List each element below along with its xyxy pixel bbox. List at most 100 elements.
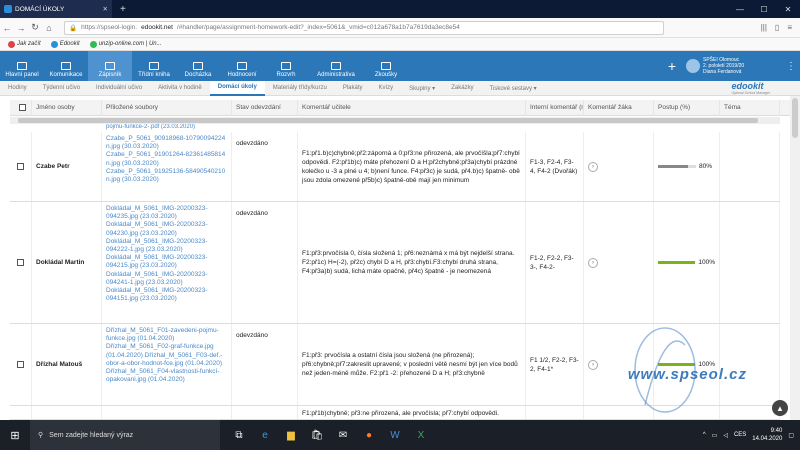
module-classbook[interactable]: Třídní kniha bbox=[132, 51, 176, 81]
column-header[interactable]: Komentář žáka bbox=[584, 99, 654, 116]
select-all-checkbox[interactable] bbox=[19, 104, 26, 111]
menu-icon[interactable]: ≡ bbox=[787, 23, 792, 32]
teacher-comment[interactable]: F1:př3: prvočísla a ostatní čísla jsou s… bbox=[298, 324, 526, 405]
subnav-item[interactable]: Zakázky bbox=[443, 81, 481, 96]
progress-fill bbox=[658, 165, 689, 168]
subnav-item[interactable]: Týdenní učivo bbox=[35, 81, 88, 96]
home-icon[interactable]: ⌂ bbox=[42, 23, 56, 33]
module-exams[interactable]: Zkoušky bbox=[364, 51, 408, 81]
attached-files[interactable] bbox=[102, 406, 232, 419]
column-header[interactable]: Jméno osoby bbox=[32, 99, 102, 116]
network-icon[interactable]: ▭ bbox=[712, 432, 718, 439]
more-icon[interactable]: ⋮ bbox=[786, 61, 796, 72]
column-header[interactable]: Téma bbox=[720, 99, 780, 116]
topic-cell[interactable] bbox=[720, 202, 780, 323]
teacher-comment[interactable]: F1:př3:prvočísla 0, čísla složená 1; př6… bbox=[298, 202, 526, 323]
language-indicator[interactable]: CES bbox=[734, 432, 746, 438]
explorer-icon[interactable]: ▆ bbox=[284, 428, 298, 442]
module-grades[interactable]: Hodnocení bbox=[220, 51, 264, 81]
close-window-icon[interactable]: ✕ bbox=[776, 5, 800, 14]
select-all[interactable] bbox=[10, 99, 32, 116]
taskbar-search[interactable]: ⚲ Sem zadejte hledaný výraz bbox=[30, 420, 220, 450]
attached-files[interactable]: Czabe_P_5061_90918968-10790094224 n.jpg … bbox=[102, 132, 232, 201]
vertical-scrollbar[interactable] bbox=[790, 96, 800, 420]
subnav-item[interactable]: Tiskové sestavy ▾ bbox=[482, 81, 545, 96]
scrollbar-thumb[interactable] bbox=[792, 98, 798, 138]
store-icon[interactable]: 🛍 bbox=[310, 428, 324, 442]
subnav-item[interactable]: Hodiny bbox=[0, 81, 35, 96]
close-tab-icon[interactable]: ✕ bbox=[103, 5, 108, 13]
tray-up-icon[interactable]: ^ bbox=[703, 432, 706, 438]
subnav-item[interactable]: Materiály třídy/kurzu bbox=[265, 81, 335, 96]
internal-comment[interactable] bbox=[526, 406, 584, 419]
new-tab-icon[interactable]: + bbox=[120, 4, 126, 15]
scroll-to-top-button[interactable]: ▲ bbox=[772, 400, 788, 416]
internal-comment[interactable]: F1-3, F2-4, F3-4, F4-2 (Dvořák) bbox=[526, 132, 584, 201]
user-box[interactable]: SPŠEI Olomouc 2. pololetí 2019/20 Diana … bbox=[686, 57, 776, 75]
subnav-item[interactable]: Individuální učivo bbox=[88, 81, 150, 96]
windows-start-icon[interactable]: ⊞ bbox=[0, 429, 30, 442]
sidebar-icon[interactable]: ▯ bbox=[775, 23, 779, 32]
column-header[interactable]: Komentář učitele bbox=[298, 99, 526, 116]
edge-icon[interactable]: e bbox=[258, 428, 272, 442]
mail-icon[interactable]: ✉ bbox=[336, 428, 350, 442]
horizontal-scrollbar[interactable] bbox=[10, 117, 780, 124]
exam-icon bbox=[381, 62, 391, 70]
topic-cell[interactable] bbox=[720, 132, 780, 201]
task-view-icon[interactable]: ⧉ bbox=[232, 428, 246, 442]
module-notebook[interactable]: Zápisník bbox=[88, 51, 132, 81]
module-admin[interactable]: Administrativa bbox=[308, 51, 364, 81]
back-icon[interactable]: ← bbox=[0, 23, 14, 33]
table-row[interactable]: Czabe Petr Czabe_P_5061_90918968-1079009… bbox=[10, 132, 780, 202]
internal-comment[interactable]: F1 1/2, F2-2, F3-2, F4-1* bbox=[526, 324, 584, 405]
forward-icon[interactable]: → bbox=[14, 23, 28, 33]
row-checkbox[interactable] bbox=[17, 361, 24, 368]
progress-cell[interactable]: 80% bbox=[654, 132, 720, 201]
module-attendance[interactable]: Docházka bbox=[176, 51, 220, 81]
module-home[interactable]: Hlavní panel bbox=[0, 51, 44, 81]
module-communication[interactable]: Komunikace bbox=[44, 51, 88, 81]
attached-files[interactable]: Dřízhal_M_5061_F01-zavedeni-pojmu-funkce… bbox=[102, 324, 232, 405]
column-header[interactable]: Interní komentář (n bbox=[526, 99, 584, 116]
minimize-icon[interactable]: — bbox=[728, 5, 752, 14]
bookmark-item[interactable]: unzip-online.com | Un... bbox=[89, 40, 162, 48]
maximize-icon[interactable]: ☐ bbox=[752, 5, 776, 14]
row-checkbox[interactable] bbox=[17, 259, 24, 266]
chevron-right-icon[interactable]: › bbox=[588, 359, 598, 370]
subnav-item[interactable]: Plakáty bbox=[335, 81, 371, 96]
table-row[interactable]: Dokládal Martin Dokládal_M_5061_IMG-2020… bbox=[10, 202, 780, 324]
bookmark-item[interactable]: Jak začít bbox=[8, 40, 41, 48]
teacher-comment[interactable]: F1:př1.b)c)chybně;př2:záporná a 0;př3:ne… bbox=[298, 132, 526, 201]
column-header[interactable]: Stav odevzdání bbox=[232, 99, 298, 116]
submission-state: odevzdáno bbox=[232, 132, 298, 201]
subnav-item[interactable]: Aktivita v hodině bbox=[150, 81, 210, 96]
subnav-item[interactable]: Skupiny ▾ bbox=[401, 81, 443, 96]
edookit-logo: edookit Optimal School Manager bbox=[731, 81, 770, 95]
bookmark-item[interactable]: Edookit bbox=[50, 40, 80, 48]
search-icon: ⚲ bbox=[38, 432, 44, 439]
address-bar[interactable]: 🔒 https://spseol-login. edookit.net/#hand… bbox=[64, 20, 664, 35]
clock[interactable]: 9:40 14.04.2020 bbox=[752, 427, 782, 443]
column-header[interactable]: Přiložené soubory bbox=[102, 99, 232, 116]
column-header[interactable]: Postup (%) bbox=[654, 99, 720, 116]
chevron-right-icon[interactable]: › bbox=[588, 161, 598, 172]
subnav-item[interactable]: Kvízy bbox=[371, 81, 402, 96]
excel-icon[interactable]: X bbox=[414, 428, 428, 442]
reload-icon[interactable]: ↻ bbox=[28, 22, 42, 33]
module-schedule[interactable]: Rozvrh bbox=[264, 51, 308, 81]
word-icon[interactable]: W bbox=[388, 428, 402, 442]
browser-tab[interactable]: DOMÁCÍ ÚKOLY ✕ bbox=[0, 0, 112, 18]
scrollbar-thumb[interactable] bbox=[18, 118, 758, 123]
volume-icon[interactable]: ◁ bbox=[723, 432, 728, 439]
chevron-right-icon[interactable]: › bbox=[588, 257, 598, 268]
library-icon[interactable]: ||| bbox=[761, 23, 767, 32]
notifications-icon[interactable]: ▢ bbox=[788, 432, 794, 439]
firefox-icon[interactable]: ● bbox=[362, 428, 376, 442]
subnav-item-active[interactable]: Domácí úkoly bbox=[209, 80, 265, 96]
add-icon[interactable]: + bbox=[668, 58, 676, 74]
row-checkbox[interactable] bbox=[17, 163, 24, 170]
internal-comment[interactable]: F1-2, F2-2, F3-3-, F4-2- bbox=[526, 202, 584, 323]
progress-cell[interactable]: 100% bbox=[654, 202, 720, 323]
teacher-comment[interactable]: F1:př1b)chybně; př3:ne přirozená, ale pr… bbox=[298, 406, 526, 419]
attached-files[interactable]: Dokládal_M_5061_IMG-20200323-094235.jpg … bbox=[102, 202, 232, 323]
